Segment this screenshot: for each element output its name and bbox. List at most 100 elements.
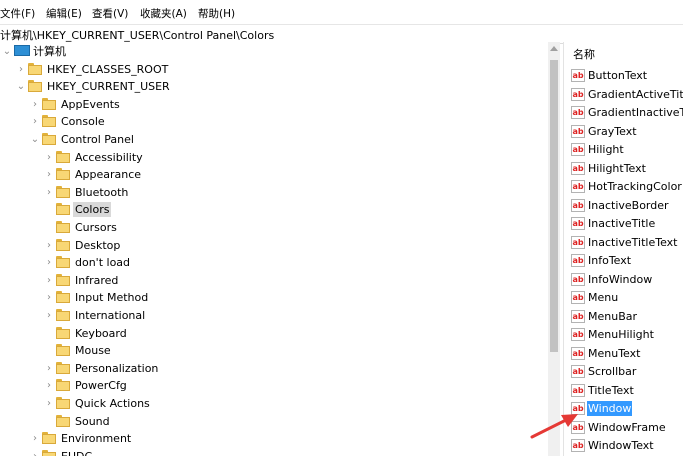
- value-name: MenuHilight: [588, 328, 654, 341]
- tree-node-label: Colors: [73, 202, 112, 218]
- tree-node-label: Desktop: [75, 238, 121, 252]
- ab-string-icon: ab: [571, 235, 585, 249]
- tree-node[interactable]: Colors: [0, 201, 540, 218]
- name-column-header[interactable]: 名称: [573, 46, 595, 62]
- chevron-right-icon[interactable]: ›: [30, 96, 40, 113]
- folder-icon-body: [42, 451, 56, 456]
- ab-string-icon: ab: [571, 420, 585, 434]
- address-path[interactable]: 计算机\HKEY_CURRENT_USER\Control Panel\Colo…: [0, 27, 274, 43]
- tree-node[interactable]: Mouse: [0, 342, 540, 359]
- values-list: 名称 ab ButtonText ab GradientActiveTitle ab Gr…: [564, 42, 683, 456]
- menu-file[interactable]: 文件(F): [0, 6, 35, 21]
- folder-icon: [56, 309, 70, 321]
- chevron-down-icon[interactable]: ⌄: [16, 78, 26, 95]
- tree-node[interactable]: › don't load: [0, 254, 540, 271]
- folder-icon: [56, 256, 70, 269]
- chevron-right-icon[interactable]: ›: [44, 237, 54, 254]
- tree-node[interactable]: Sound: [0, 413, 540, 430]
- menu-edit[interactable]: 编辑(E): [46, 6, 82, 21]
- chevron-right-icon[interactable]: ›: [44, 289, 54, 306]
- value-name: MenuBar: [588, 309, 638, 323]
- folder-icon-body: [42, 434, 56, 445]
- tree-node[interactable]: › Console: [0, 113, 540, 130]
- chevron-right-icon[interactable]: ›: [44, 184, 54, 201]
- tree-node[interactable]: › Quick Actions: [0, 395, 540, 412]
- folder-icon: [42, 432, 56, 445]
- tree-node[interactable]: › International: [0, 307, 540, 324]
- scroll-up-arrow-icon[interactable]: [550, 46, 558, 51]
- chevron-right-icon[interactable]: ›: [44, 166, 54, 183]
- ab-string-icon: ab: [571, 309, 585, 323]
- folder-icon: [56, 273, 70, 286]
- tree-node-label: Control Panel: [61, 133, 134, 146]
- ab-string-icon: ab: [571, 291, 585, 304]
- tree-node[interactable]: › Desktop: [0, 237, 540, 254]
- chevron-right-icon[interactable]: ›: [44, 377, 54, 394]
- tree-node-label: Quick Actions: [75, 397, 150, 410]
- menu-help[interactable]: 帮助(H): [198, 6, 235, 21]
- tree-node[interactable]: › Environment: [0, 430, 540, 447]
- scrollbar-thumb[interactable]: [550, 60, 558, 352]
- ab-string-icon: ab: [571, 143, 585, 156]
- folder-icon-body: [28, 64, 42, 75]
- tree-node[interactable]: › HKEY_CLASSES_ROOT: [0, 61, 540, 78]
- address-bar[interactable]: 计算机\HKEY_CURRENT_USER\Control Panel\Colo…: [0, 24, 683, 44]
- ab-string-icon: ab: [571, 383, 585, 397]
- tree-node[interactable]: › Appearance: [0, 166, 540, 183]
- tree-node[interactable]: › Bluetooth: [0, 184, 540, 201]
- chevron-right-icon[interactable]: ›: [16, 61, 26, 78]
- chevron-right-icon[interactable]: ›: [30, 113, 40, 130]
- ab-string-icon: ab: [571, 106, 585, 119]
- folder-icon: [42, 449, 56, 456]
- chevron-right-icon[interactable]: ›: [44, 254, 54, 271]
- value-name: GrayText: [588, 124, 637, 138]
- folder-icon-body: [56, 328, 70, 339]
- tree-node[interactable]: › EUDC: [0, 448, 540, 456]
- value-name: HilightText: [588, 161, 646, 175]
- tree-node[interactable]: › PowerCfg: [0, 377, 540, 394]
- tree-node-label: Personalization: [75, 361, 159, 375]
- chevron-right-icon[interactable]: ›: [44, 149, 54, 166]
- folder-icon-body: [28, 82, 42, 93]
- chevron-down-icon[interactable]: ⌄: [2, 43, 12, 60]
- folder-icon-body: [56, 363, 70, 374]
- tree-node[interactable]: ⌄ 计算机: [0, 43, 540, 60]
- folder-icon-body: [56, 416, 70, 427]
- folder-icon-body: [56, 381, 70, 392]
- folder-icon-body: [56, 275, 70, 286]
- tree-node-label: don't load: [75, 256, 131, 270]
- tree-node[interactable]: ⌄ HKEY_CURRENT_USER: [0, 78, 540, 95]
- tree-node-label: AppEvents: [61, 97, 120, 111]
- chevron-right-icon[interactable]: ›: [44, 307, 54, 324]
- chevron-right-icon[interactable]: ›: [30, 430, 40, 447]
- tree-node[interactable]: › Personalization: [0, 360, 540, 377]
- folder-icon-body: [56, 223, 70, 233]
- tree-node[interactable]: › Input Method: [0, 289, 540, 306]
- tree-scrollbar[interactable]: [548, 42, 560, 456]
- folder-icon-body: [56, 311, 70, 321]
- tree-node[interactable]: Keyboard: [0, 325, 540, 342]
- tree-node[interactable]: ⌄ Control Panel: [0, 131, 540, 148]
- tree-node[interactable]: › AppEvents: [0, 96, 540, 113]
- tree-node[interactable]: › Accessibility: [0, 149, 540, 166]
- folder-icon-body: [56, 170, 70, 181]
- tree-node-label: International: [75, 309, 146, 322]
- chevron-right-icon[interactable]: ›: [30, 448, 40, 456]
- value-name: Window: [587, 401, 633, 416]
- value-name: Scrollbar: [588, 365, 637, 378]
- chevron-right-icon[interactable]: ›: [44, 272, 54, 289]
- menu-bar: 文件(F) 编辑(E) 查看(V) 收藏夹(A) 帮助(H): [0, 0, 683, 24]
- chevron-down-icon[interactable]: ⌄: [30, 131, 40, 148]
- tree-node-label: HKEY_CLASSES_ROOT: [47, 62, 169, 76]
- folder-icon: [56, 185, 70, 198]
- value-name: InfoWindow: [588, 272, 653, 286]
- ab-string-icon: ab: [571, 365, 585, 378]
- chevron-right-icon[interactable]: ›: [44, 395, 54, 412]
- menu-view[interactable]: 查看(V): [92, 6, 128, 21]
- folder-icon: [56, 203, 70, 216]
- ab-string-icon: ab: [571, 198, 585, 212]
- menu-favorites[interactable]: 收藏夹(A): [140, 6, 187, 21]
- chevron-right-icon[interactable]: ›: [44, 360, 54, 377]
- tree-node[interactable]: › Infrared: [0, 272, 540, 289]
- tree-node[interactable]: Cursors: [0, 219, 540, 236]
